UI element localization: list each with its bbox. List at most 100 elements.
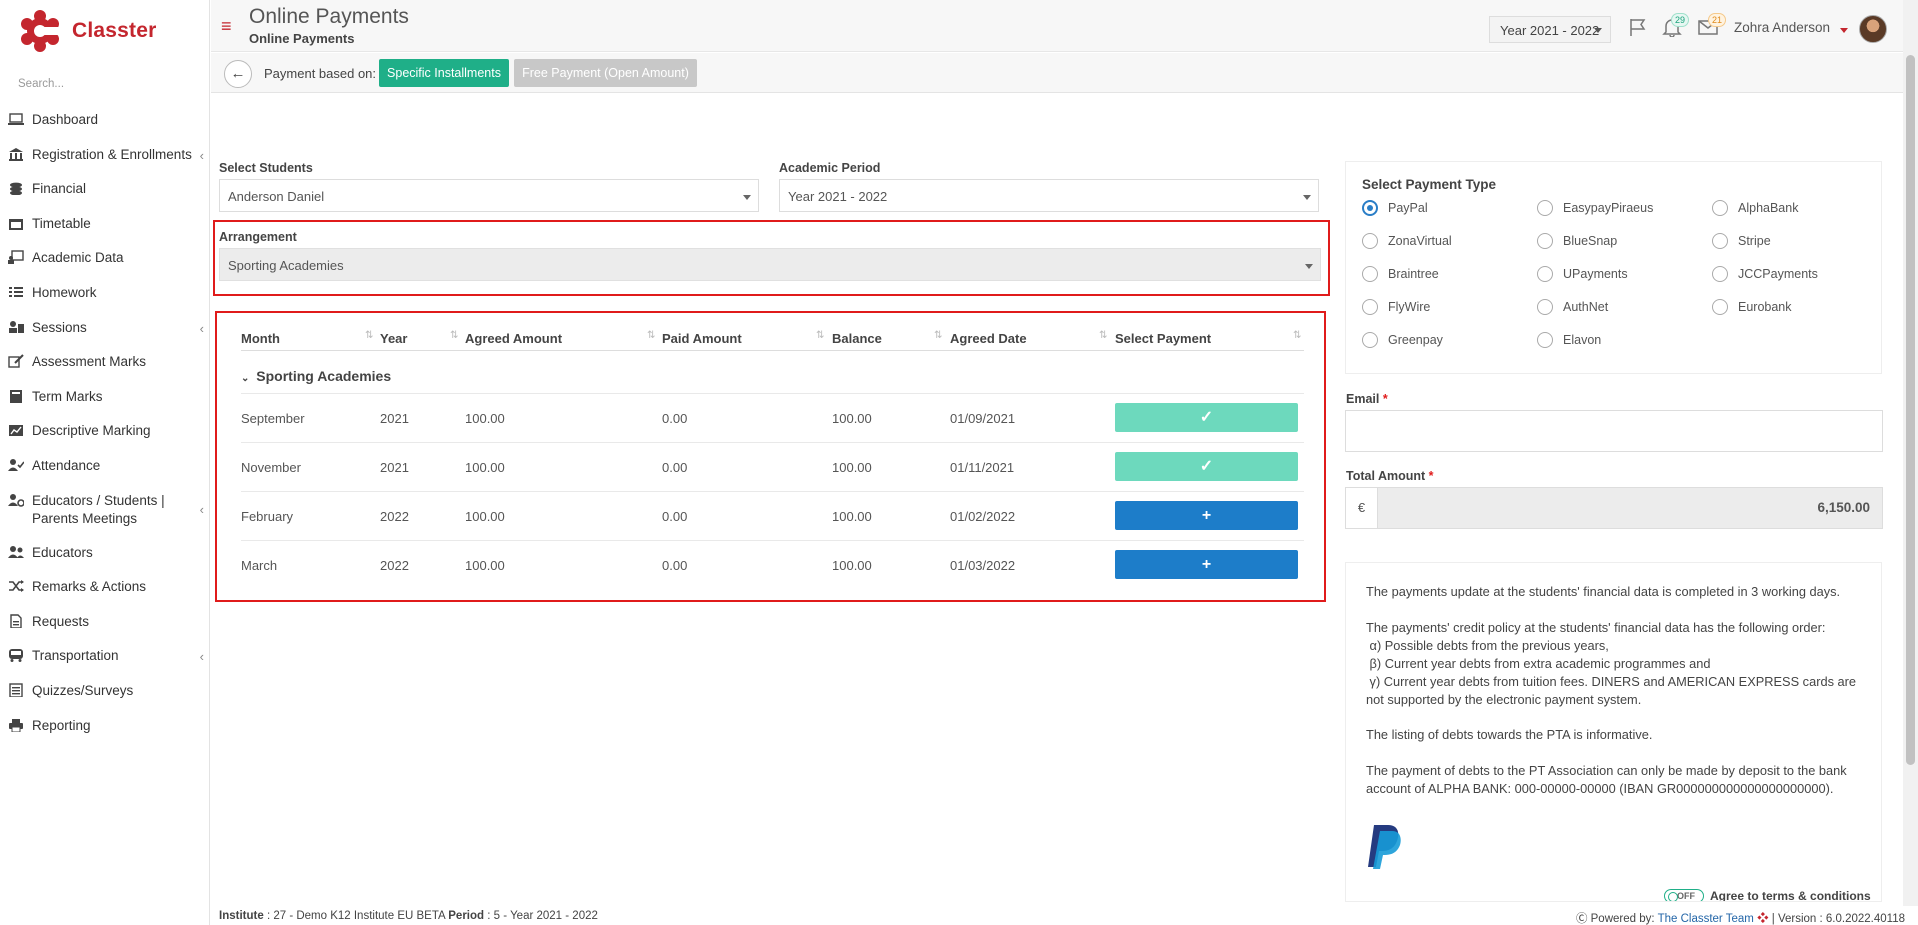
sidebar-item[interactable]: Attendance <box>0 457 210 492</box>
sidebar-item[interactable]: Quizzes/Surveys <box>0 682 210 717</box>
page-subtitle: Online Payments <box>249 31 355 46</box>
chevron-left-icon[interactable]: ‹ <box>200 649 204 664</box>
radio-button[interactable] <box>1362 332 1378 348</box>
sort-icon[interactable]: ⇅ <box>647 330 656 341</box>
academic-period-dropdown[interactable]: Year 2021 - 2022 <box>779 179 1319 212</box>
col-month[interactable]: Month <box>241 331 280 346</box>
sidebar-item[interactable]: Term Marks <box>0 388 210 423</box>
notebook-icon <box>10 389 22 403</box>
chevron-left-icon[interactable]: ‹ <box>200 502 204 517</box>
sidebar-item[interactable]: Timetable <box>0 215 210 250</box>
radio-button[interactable] <box>1537 266 1553 282</box>
payment-option-upayments[interactable]: UPayments <box>1537 266 1628 282</box>
sidebar-item[interactable]: Academic Data <box>0 249 210 284</box>
payment-option-eurobank[interactable]: Eurobank <box>1712 299 1792 315</box>
sort-icon[interactable]: ⇅ <box>1293 330 1302 341</box>
table-group-row[interactable]: ⌄ Sporting Academies <box>241 368 391 384</box>
sidebar-item[interactable]: Descriptive Marking <box>0 422 210 457</box>
cell-paid: 0.00 <box>662 460 688 475</box>
avatar[interactable] <box>1859 15 1887 43</box>
sidebar-item[interactable]: Requests <box>0 613 210 648</box>
sidebar-item[interactable]: Registration & Enrollments ‹ <box>0 146 210 181</box>
col-year[interactable]: Year <box>380 331 407 346</box>
col-paid-amount[interactable]: Paid Amount <box>662 331 742 346</box>
radio-button[interactable] <box>1537 299 1553 315</box>
sidebar-item[interactable]: Remarks & Actions <box>0 578 210 613</box>
sidebar-item[interactable]: Homework <box>0 284 210 319</box>
sort-icon[interactable]: ⇅ <box>1099 330 1108 341</box>
scrollbar-thumb[interactable] <box>1906 55 1915 765</box>
radio-button[interactable] <box>1362 200 1378 216</box>
sidebar-item[interactable]: Educators <box>0 544 210 579</box>
chevron-left-icon[interactable]: ‹ <box>200 321 204 336</box>
user-name[interactable]: Zohra Anderson <box>1734 20 1830 35</box>
sidebar-item[interactable]: Dashboard <box>0 111 210 146</box>
page-scrollbar[interactable] <box>1903 0 1918 906</box>
radio-button[interactable] <box>1712 266 1728 282</box>
sidebar-item[interactable]: Financial <box>0 180 210 215</box>
free-payment-button[interactable]: Free Payment (Open Amount) <box>514 59 697 87</box>
select-students-dropdown[interactable]: Anderson Daniel <box>219 179 759 212</box>
sort-icon[interactable]: ⇅ <box>934 330 943 341</box>
sidebar-search-input[interactable]: Search... <box>18 78 64 90</box>
radio-button[interactable] <box>1712 200 1728 216</box>
sort-icon[interactable]: ⇅ <box>816 330 825 341</box>
payment-option-greenpay[interactable]: Greenpay <box>1362 332 1443 348</box>
bus-icon <box>9 649 23 663</box>
sort-icon[interactable]: ⇅ <box>365 330 374 341</box>
payment-option-zonavirtual[interactable]: ZonaVirtual <box>1362 233 1452 249</box>
add-payment-button[interactable]: + <box>1115 501 1298 530</box>
payment-option-jccpayments[interactable]: JCCPayments <box>1712 266 1818 282</box>
radio-button[interactable] <box>1712 299 1728 315</box>
payment-selected-button[interactable]: ✓ <box>1115 452 1298 481</box>
col-agreed-date[interactable]: Agreed Date <box>950 331 1027 346</box>
back-button[interactable]: ← <box>224 60 252 88</box>
radio-button[interactable] <box>1362 233 1378 249</box>
col-select-payment[interactable]: Select Payment <box>1115 331 1211 346</box>
sort-icon[interactable]: ⇅ <box>450 330 459 341</box>
col-balance[interactable]: Balance <box>832 331 882 346</box>
powered-by: Powered by: <box>1590 913 1655 925</box>
payment-option-braintree[interactable]: Braintree <box>1362 266 1439 282</box>
sidebar-item[interactable]: Assessment Marks <box>0 353 210 388</box>
year-selector[interactable]: Year 2021 - 2022 <box>1489 16 1611 43</box>
radio-button[interactable] <box>1537 233 1553 249</box>
radio-button[interactable] <box>1712 233 1728 249</box>
specific-installments-button[interactable]: Specific Installments <box>379 59 509 87</box>
terms-toggle[interactable]: OFF <box>1664 889 1704 901</box>
radio-button[interactable] <box>1537 200 1553 216</box>
arrangement-dropdown[interactable]: Sporting Academies <box>219 248 1321 281</box>
add-payment-button[interactable]: + <box>1115 550 1298 579</box>
email-field[interactable] <box>1345 410 1883 452</box>
sidebar-item[interactable]: Sessions ‹ <box>0 319 210 354</box>
caret-down-icon <box>1594 28 1602 33</box>
footer-credits: Ⓒ Powered by: The Classter Team ❖ | Vers… <box>1576 910 1905 925</box>
sidebar-item[interactable]: Educators / Students | Parents Meetings ‹ <box>0 492 210 544</box>
chevron-left-icon[interactable]: ‹ <box>200 148 204 163</box>
check-icon: ✓ <box>1199 458 1214 475</box>
cell-year: 2021 <box>380 411 409 426</box>
radio-button[interactable] <box>1537 332 1553 348</box>
payment-selected-button[interactable]: ✓ <box>1115 403 1298 432</box>
classter-team-link[interactable]: The Classter Team <box>1658 913 1754 925</box>
institution-icon <box>9 147 23 161</box>
menu-toggle-icon[interactable]: ≡ <box>221 17 232 35</box>
payment-option-easypaypiraeus[interactable]: EasypayPiraeus <box>1537 200 1653 216</box>
cell-year: 2021 <box>380 460 409 475</box>
payment-option-alphabank[interactable]: AlphaBank <box>1712 200 1798 216</box>
payment-option-elavon[interactable]: Elavon <box>1537 332 1601 348</box>
radio-button[interactable] <box>1362 299 1378 315</box>
radio-button[interactable] <box>1362 266 1378 282</box>
payment-option-stripe[interactable]: Stripe <box>1712 233 1771 249</box>
payment-option-flywire[interactable]: FlyWire <box>1362 299 1430 315</box>
flag-icon[interactable] <box>1627 17 1649 37</box>
payment-option-authnet[interactable]: AuthNet <box>1537 299 1608 315</box>
payment-option-paypal[interactable]: PayPal <box>1362 200 1428 216</box>
classter-logo[interactable]: Classter <box>20 8 156 54</box>
user-caret-icon[interactable] <box>1840 28 1848 33</box>
payment-option-bluesnap[interactable]: BlueSnap <box>1537 233 1617 249</box>
sidebar-item[interactable]: Reporting <box>0 717 210 752</box>
col-agreed-amount[interactable]: Agreed Amount <box>465 331 562 346</box>
footer-institute: Institute : 27 - Demo K12 Institute EU B… <box>219 910 598 922</box>
sidebar-item[interactable]: Transportation ‹ <box>0 647 210 682</box>
